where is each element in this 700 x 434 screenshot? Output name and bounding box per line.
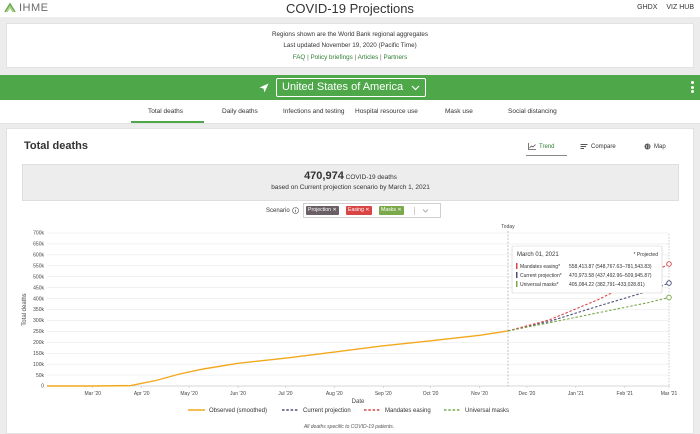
mandates-easing-endpoint xyxy=(666,261,672,267)
x-tick-label: Apr '20 xyxy=(134,391,150,397)
y-tick-label: 400k xyxy=(33,296,44,302)
y-tick-label: 600k xyxy=(33,253,44,259)
y-tick-label: 650k xyxy=(33,242,44,248)
tooltip-swatch xyxy=(516,281,518,287)
y-axis-ticks: 0 50k 100k 150k 200k 250k 300k 350k 400k 450k 500k… xyxy=(33,231,44,390)
tooltip-row-label: Mandates easing* xyxy=(520,264,560,270)
y-tick-label: 250k xyxy=(33,329,44,335)
x-tick-label: Jul '20 xyxy=(278,391,293,397)
x-tick-label: Feb '21 xyxy=(617,391,634,397)
tooltip-swatch xyxy=(516,272,518,278)
x-tick-label: Aug '20 xyxy=(326,391,343,397)
chart-footnote: All deaths specific to COVID-19 patients… xyxy=(303,424,394,430)
x-tick-label: Jun '20 xyxy=(230,391,246,397)
tooltip-note: * Projected xyxy=(634,252,659,258)
y-tick-label: 100k xyxy=(33,362,44,368)
legend-label[interactable]: Mandates easing xyxy=(385,408,431,414)
x-tick-label: Sep '20 xyxy=(375,391,392,397)
y-tick-label: 700k xyxy=(33,231,44,237)
tooltip-row-label: Universal masks* xyxy=(520,282,559,288)
universal-masks-endpoint xyxy=(666,294,672,301)
y-tick-label: 500k xyxy=(33,274,44,280)
tooltip-date: March 01, 2021 xyxy=(517,252,559,258)
legend-label[interactable]: Universal masks xyxy=(465,408,509,414)
x-tick-label: Nov '20 xyxy=(471,391,488,397)
y-tick-label: 0 xyxy=(41,384,44,390)
chart-legend: Observed (smoothed) Current projection Man… xyxy=(188,408,509,414)
x-tick-label: May '20 xyxy=(180,391,198,397)
legend-label[interactable]: Observed (smoothed) xyxy=(209,408,267,414)
y-tick-label: 50k xyxy=(36,373,45,379)
x-tick-label: Dec '20 xyxy=(519,391,536,397)
x-tick-label: Mar '20 xyxy=(85,391,102,397)
total-deaths-chart[interactable]: 0 50k 100k 150k 200k 250k 300k 350k 400k 450k 500k… xyxy=(0,0,700,434)
tooltip-swatch xyxy=(516,263,518,269)
tooltip-row-value: 405,084.22 (382,791–433,028.81) xyxy=(569,282,645,288)
universal-masks-line xyxy=(507,296,670,332)
tooltip-row-value: 558,413.87 (548,767.63–781,543.83) xyxy=(569,264,652,270)
y-tick-label: 150k xyxy=(33,351,44,357)
tooltip-row-value: 470,973.58 (437,492.96–509,945.87) xyxy=(569,273,652,279)
y-tick-label: 450k xyxy=(33,285,44,291)
y-tick-label: 200k xyxy=(33,340,44,346)
tooltip-rows: Mandates easing* 558,413.87 (548,767.63–7… xyxy=(516,263,652,288)
y-axis-label: Total deaths xyxy=(22,293,28,325)
y-tick-label: 300k xyxy=(33,318,44,324)
y-tick-label: 550k xyxy=(33,263,44,269)
x-tick-label: Oct '20 xyxy=(423,391,439,397)
y-tick-label: 350k xyxy=(33,307,44,313)
x-axis-ticks: Mar '20 Apr '20 May '20 Jun '20 Jul '20 Aug '… xyxy=(85,386,678,397)
legend-label[interactable]: Current projection xyxy=(303,408,351,414)
current-projection-endpoint xyxy=(666,280,672,286)
app-root: IHME COVID-19 Projections GHDX VIZ HUB R… xyxy=(0,0,700,434)
observed-smoothed-line xyxy=(47,330,509,387)
x-axis-label: Date xyxy=(352,399,365,405)
x-tick-label: Jan '21 xyxy=(568,391,584,397)
x-tick-label: Mar '21 xyxy=(661,391,678,397)
today-marker-label: Today xyxy=(501,224,515,230)
chart-tooltip: March 01, 2021 * Projected Mandates easi… xyxy=(511,245,663,294)
tooltip-row-label: Current projection* xyxy=(520,273,562,279)
